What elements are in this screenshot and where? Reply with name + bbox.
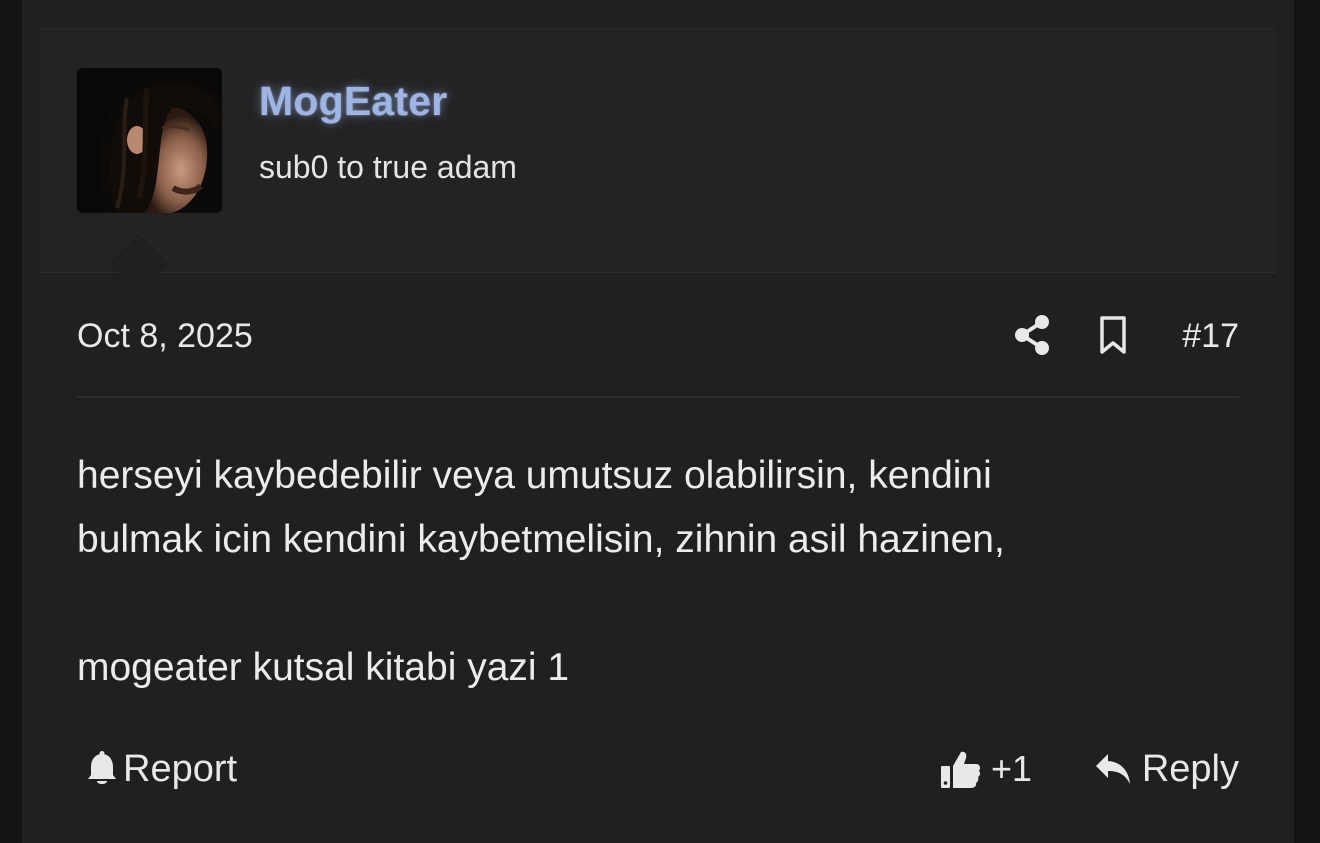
like-button[interactable]: +1 xyxy=(939,742,1032,796)
post-meta-row: Oct 8, 2025 #17 xyxy=(77,311,1239,359)
post-inner: MogEater sub0 to true adam Oct 8, 2025 #… xyxy=(40,28,1276,843)
user-avatar[interactable] xyxy=(77,68,222,213)
forum-post: MogEater sub0 to true adam Oct 8, 2025 #… xyxy=(22,0,1294,843)
post-message: herseyi kaybedebilir veya umutsuz olabil… xyxy=(77,444,1239,700)
bell-icon xyxy=(88,751,116,784)
user-title: sub0 to true adam xyxy=(259,149,517,185)
thumbs-up-icon xyxy=(941,751,981,788)
meta-divider xyxy=(77,396,1239,398)
message-line: mogeater kutsal kitabi yazi 1 xyxy=(77,646,570,689)
reply-label: Reply xyxy=(1141,747,1239,790)
bookmark-icon[interactable] xyxy=(1097,315,1129,355)
post-number-link[interactable]: #17 xyxy=(1182,317,1239,356)
report-label: Report xyxy=(123,747,238,790)
post-date[interactable]: Oct 8, 2025 xyxy=(77,317,253,356)
username[interactable]: MogEater xyxy=(259,78,447,125)
post-actions: Report +1 Reply xyxy=(77,742,1239,796)
page: MogEater sub0 to true adam Oct 8, 2025 #… xyxy=(0,0,1320,843)
message-line: bulmak icin kendini kaybetmelisin, zihni… xyxy=(77,518,1005,561)
report-button[interactable]: Report xyxy=(85,742,237,796)
message-line: herseyi kaybedebilir veya umutsuz olabil… xyxy=(77,454,992,497)
avatar-portrait-icon xyxy=(77,68,222,213)
post-user-header: MogEater sub0 to true adam xyxy=(40,28,1276,273)
like-count: +1 xyxy=(991,748,1033,789)
reply-button[interactable]: Reply xyxy=(1094,742,1239,796)
share-icon[interactable] xyxy=(1013,314,1051,356)
reply-arrow-icon xyxy=(1095,754,1130,784)
